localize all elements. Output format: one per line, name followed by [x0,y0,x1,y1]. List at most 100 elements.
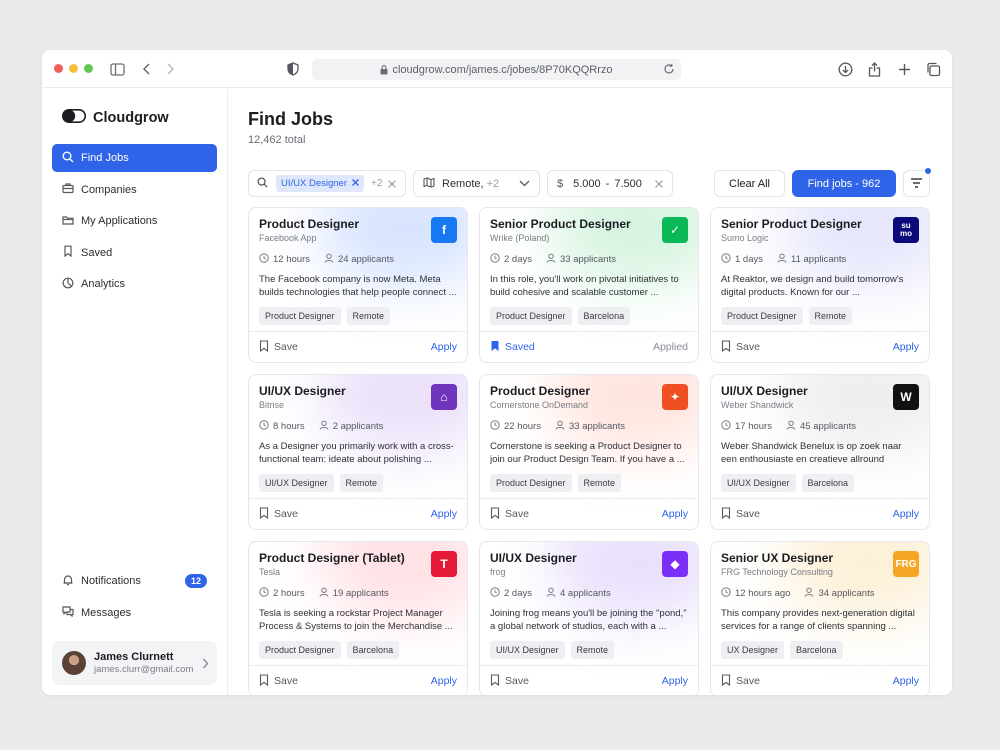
job-meta: 1 days 11 applicants [721,253,919,266]
apply-button[interactable]: Apply [893,341,919,353]
save-button[interactable]: Save [490,506,529,522]
sidebar-item-notifications[interactable]: Notifications 12 [52,567,217,595]
save-button[interactable]: Save [721,673,760,689]
save-button[interactable]: Save [259,673,298,689]
job-title[interactable]: UI/UX Designer [259,384,457,398]
new-tab-icon[interactable] [895,60,913,78]
job-card[interactable]: Senior Product Designer Wrike (Poland) ✓… [479,207,699,363]
job-title[interactable]: Product Designer [490,384,688,398]
chevron-down-icon[interactable] [519,180,530,187]
job-tag: Remote [577,474,622,492]
job-card[interactable]: Senior UX Designer FRG Technology Consul… [710,541,930,695]
posted-time: 2 days [504,254,532,265]
chip-remove-icon[interactable] [352,178,359,189]
filter-settings-button[interactable] [903,167,932,197]
sidebar-item-analytics[interactable]: Analytics [52,270,217,298]
company-name: Weber Shandwick [721,400,794,410]
clear-salary-icon[interactable] [655,179,663,188]
download-icon[interactable] [836,60,854,78]
cornerstone-logo-icon: ✦ [662,384,688,410]
apply-button[interactable]: Apply [431,508,457,520]
user-icon [546,587,556,600]
job-card[interactable]: Product Designer Cornerstone OnDemand ✦ … [479,374,699,530]
save-button[interactable]: Save [259,339,298,355]
forward-icon[interactable] [161,60,179,78]
brand[interactable]: Cloudgrow [62,109,169,127]
posted-time: 8 hours [273,421,305,432]
job-title[interactable]: Product Designer [259,217,457,231]
job-tags: Product Designer Barcelona [259,641,457,659]
job-title[interactable]: Senior UX Designer [721,551,919,565]
tesla-logo-icon: T [431,551,457,577]
job-card[interactable]: UI/UX Designer frog ◆ 2 days 4 applicant… [479,541,699,695]
job-tags: UX Designer Barcelona [721,641,919,659]
share-icon[interactable] [865,60,883,78]
close-window-dot[interactable] [54,64,63,73]
sumo-logo-icon: su mo [893,217,919,243]
save-button[interactable]: Save [259,506,298,522]
job-title[interactable]: UI/UX Designer [721,384,919,398]
save-button[interactable]: Save [490,673,529,689]
role-filter-input[interactable]: UI/UX Designer +2 [248,170,406,197]
apply-button[interactable]: Apply [431,341,457,353]
clear-all-button[interactable]: Clear All [714,170,785,197]
user-icon [786,420,796,433]
apply-button[interactable]: Apply [893,675,919,687]
shield-icon[interactable] [284,60,302,78]
job-title[interactable]: Senior Product Designer [721,217,919,231]
sidebar-item-messages[interactable]: Messages [52,599,217,627]
lock-icon [380,64,388,75]
apply-button[interactable]: Apply [431,675,457,687]
job-description: Cornerstone is seeking a Product Designe… [490,441,685,465]
job-title[interactable]: Senior Product Designer [490,217,688,231]
save-button[interactable]: Saved [490,340,535,355]
apply-button[interactable]: Apply [662,508,688,520]
user-icon [319,420,329,433]
job-card[interactable]: Product Designer Facebook App f 12 hours… [248,207,468,363]
role-chip[interactable]: UI/UX Designer [276,175,364,192]
save-button[interactable]: Save [721,339,760,355]
job-card[interactable]: Senior Product Designer Sumo Logic su mo… [710,207,930,363]
location-filter-select[interactable]: Remote, +2 [413,170,540,197]
user-icon [319,587,329,600]
applicants-count: 4 applicants [560,588,611,599]
sidebar-item-companies[interactable]: Companies [52,176,217,204]
save-button[interactable]: Save [721,506,760,522]
user-profile-card[interactable]: James Clurnett james.clurr@gmail.com [52,641,217,685]
briefcase-icon [62,182,74,197]
sidebar-toggle-icon[interactable] [108,60,126,78]
apply-button[interactable]: Applied [653,341,688,353]
back-icon[interactable] [138,60,156,78]
save-label: Save [274,341,298,353]
apply-button[interactable]: Apply [893,508,919,520]
search-icon [62,151,74,166]
minimize-window-dot[interactable] [69,64,78,73]
sidebar-item-saved[interactable]: Saved [52,239,217,267]
bookmark-icon [259,506,269,522]
job-tag: Remote [808,307,853,325]
maximize-window-dot[interactable] [84,64,93,73]
address-bar[interactable]: cloudgrow.com/james.c/jobes/8P70KQQRrzo [312,59,681,80]
bitrise-logo-icon: ⌂ [431,384,457,410]
job-card[interactable]: Product Designer (Tablet) Tesla T 2 hour… [248,541,468,695]
posted-time: 1 days [735,254,763,265]
job-meta: 2 days 33 applicants [490,253,688,266]
sidebar-item-label: My Applications [81,215,158,227]
job-title[interactable]: Product Designer (Tablet) [259,551,457,565]
clear-role-icon[interactable] [388,179,396,188]
job-card[interactable]: UI/UX Designer Weber Shandwick W 17 hour… [710,374,930,530]
search-icon [257,176,268,191]
reload-icon[interactable] [663,63,675,75]
applicants-count: 33 applicants [568,421,625,432]
apply-button[interactable]: Apply [662,675,688,687]
job-meta: 8 hours 2 applicants [259,420,457,433]
card-footer: Save Apply [249,498,467,529]
job-card[interactable]: UI/UX Designer Bitrise ⌂ 8 hours 2 appli… [248,374,468,530]
sidebar-item-my-applications[interactable]: My Applications [52,207,217,235]
save-label: Save [736,341,760,353]
job-title[interactable]: UI/UX Designer [490,551,688,565]
salary-filter-input[interactable]: $ 5.000 - 7.500 [547,170,673,197]
sidebar-item-find-jobs[interactable]: Find Jobs [52,144,217,172]
tabs-overview-icon[interactable] [924,60,942,78]
find-jobs-button[interactable]: Find jobs - 962 [792,170,896,197]
